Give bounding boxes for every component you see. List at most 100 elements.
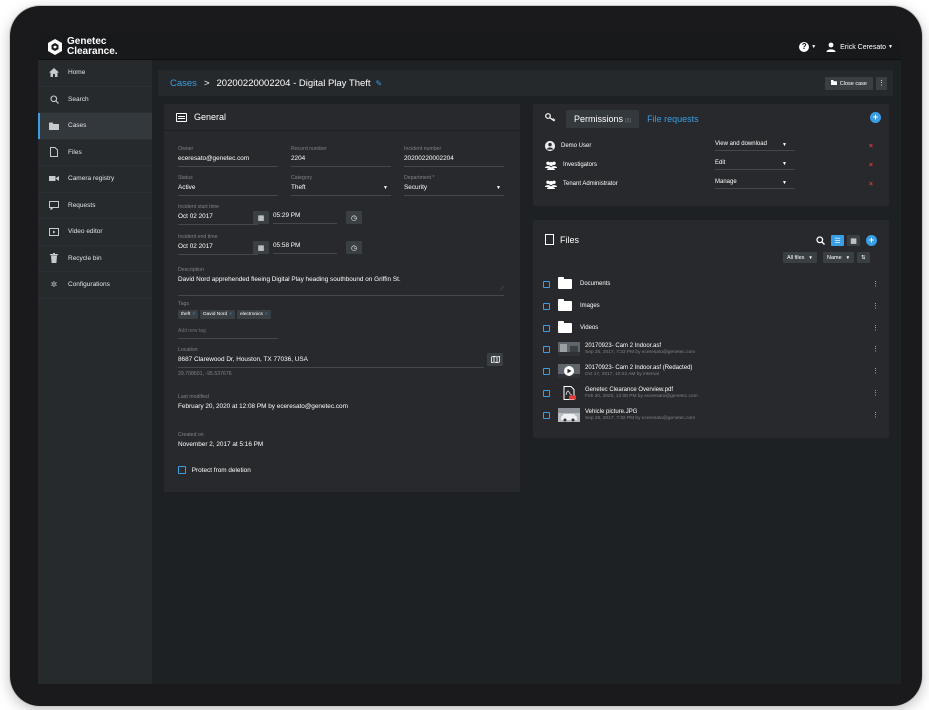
start-time-field[interactable]: 05:29 PM xyxy=(273,212,337,224)
file-checkbox[interactable] xyxy=(543,411,550,419)
resize-handle-icon[interactable]: ⟋ xyxy=(500,286,504,292)
tab-permissions[interactable]: Permissions (3) xyxy=(566,110,640,128)
sort-direction-icon[interactable]: ⇅ xyxy=(857,252,870,263)
tab-file-requests[interactable]: File requests xyxy=(639,110,707,128)
file-checkbox[interactable] xyxy=(543,324,550,332)
file-checkbox[interactable] xyxy=(543,302,550,310)
file-more-options-icon[interactable]: ⋮ xyxy=(872,367,879,375)
end-time-field[interactable]: 05:58 PM xyxy=(273,242,337,254)
trash-icon xyxy=(48,253,60,264)
user-name[interactable]: Erick Ceresato xyxy=(840,44,886,51)
tag-remove-icon[interactable]: × xyxy=(192,312,195,317)
permission-role-select[interactable]: Manage ▼ xyxy=(715,179,795,189)
sidebar-item-files[interactable]: Files xyxy=(38,140,152,166)
file-sort-select[interactable]: Name ▼ xyxy=(823,252,855,263)
sidebar-item-video-editor[interactable]: Video editor xyxy=(38,219,152,246)
help-menu-caret-icon[interactable]: ▼ xyxy=(811,44,816,50)
end-calendar-icon[interactable]: ▦ xyxy=(253,241,269,254)
sidebar-item-configurations[interactable]: ✲ Configurations xyxy=(38,272,152,299)
file-row-video[interactable]: 20170923- Cam 2 Indoor.asf Sep 25, 2017,… xyxy=(543,340,883,358)
file-row-video[interactable]: 20170923- Cam 2 Indoor.asf (Redacted) Oc… xyxy=(543,362,883,380)
search-icon[interactable] xyxy=(816,236,826,247)
case-more-options-icon[interactable]: ⋮ xyxy=(876,77,887,90)
key-icon xyxy=(545,113,556,125)
record-number-field[interactable]: Record number 2204 xyxy=(291,146,391,167)
location-field[interactable]: Location 8687 Clarewood Dr, Houston, TX … xyxy=(178,347,484,380)
list-view-icon[interactable]: ☰ xyxy=(831,235,844,246)
tag-text: David Nord xyxy=(203,312,228,317)
help-icon[interactable]: ? xyxy=(799,42,810,52)
end-date-field[interactable]: Incident end time Oct 02 2017 xyxy=(178,234,258,255)
remove-permission-icon[interactable]: × xyxy=(869,181,873,188)
file-more-options-icon[interactable]: ⋮ xyxy=(872,345,879,353)
description-textarea[interactable]: Description David Nord apprehended fleei… xyxy=(178,267,504,296)
file-checkbox[interactable] xyxy=(543,280,550,288)
folder-icon xyxy=(558,277,572,289)
edit-title-pencil-icon[interactable]: ✎ xyxy=(376,79,383,88)
status-field[interactable]: Status Active xyxy=(178,175,278,196)
end-time-value: 05:58 PM xyxy=(273,242,337,254)
file-row-folder[interactable]: Videos ⋮ xyxy=(543,319,883,337)
genetec-logo[interactable]: Genetec Clearance. xyxy=(48,37,118,57)
grid-view-icon[interactable]: ▦ xyxy=(847,235,860,246)
file-meta: Sep 25, 2017, 7:32 PM by eceresato@genet… xyxy=(585,416,696,421)
file-checkbox[interactable] xyxy=(543,345,550,353)
end-clock-icon[interactable]: ◷ xyxy=(346,241,362,254)
file-more-options-icon[interactable]: ⋮ xyxy=(872,324,879,332)
owner-field[interactable]: Owner eceresato@genetec.com xyxy=(178,146,278,167)
add-tag-input[interactable]: Add new tag xyxy=(178,328,278,339)
add-file-button[interactable]: + xyxy=(866,235,877,246)
end-date-value: Oct 02 2017 xyxy=(178,243,258,255)
remove-permission-icon[interactable]: × xyxy=(869,143,873,150)
permission-row: Investigators Edit ▼ × xyxy=(545,157,881,173)
incident-number-field[interactable]: Incident number 20200220002204 xyxy=(404,146,504,167)
user-icon[interactable] xyxy=(826,42,836,52)
tag-remove-icon[interactable]: × xyxy=(265,312,268,317)
tab-permissions-label: Permissions xyxy=(574,114,624,124)
description-value-wrap: David Nord apprehended fleeing Digital P… xyxy=(178,276,504,296)
status-value: Active xyxy=(178,184,278,196)
start-date-field[interactable]: Incident start time Oct 02 2017 xyxy=(178,204,258,225)
sidebar-item-camera-registry[interactable]: Camera registry xyxy=(38,166,152,193)
start-clock-icon[interactable]: ◷ xyxy=(346,211,362,224)
file-icon xyxy=(48,147,60,158)
category-select[interactable]: Category Theft ▼ xyxy=(291,175,391,196)
sidebar-item-home[interactable]: Home xyxy=(38,60,152,87)
sidebar-item-recycle-bin[interactable]: Recycle bin xyxy=(38,246,152,272)
file-row-folder[interactable]: Documents ⋮ xyxy=(543,275,883,293)
protect-from-deletion-checkbox[interactable]: Protect from deletion xyxy=(178,466,378,474)
tag-remove-icon[interactable]: × xyxy=(229,312,232,317)
file-more-options-icon[interactable]: ⋮ xyxy=(872,411,879,419)
incident-number-label: Incident number xyxy=(404,146,442,152)
file-more-options-icon[interactable]: ⋮ xyxy=(872,389,879,397)
checkbox-box[interactable] xyxy=(178,466,186,474)
breadcrumb-cases-link[interactable]: Cases xyxy=(170,78,197,89)
remove-permission-icon[interactable]: × xyxy=(869,162,873,169)
sidebar-item-cases[interactable]: Cases xyxy=(38,113,152,140)
add-permission-button[interactable]: + xyxy=(870,112,881,123)
file-more-options-icon[interactable]: ⋮ xyxy=(872,302,879,310)
close-case-button[interactable]: Close case xyxy=(824,77,873,90)
tag-chip[interactable]: theft × xyxy=(178,310,199,319)
sidebar-item-requests[interactable]: Requests xyxy=(38,193,152,219)
file-checkbox[interactable] xyxy=(543,367,550,375)
map-icon[interactable] xyxy=(487,353,503,366)
file-checkbox[interactable] xyxy=(543,389,550,397)
tag-chip[interactable]: electronics × xyxy=(236,310,271,319)
sidebar-item-label: Video editor xyxy=(68,228,103,236)
last-modified-value: February 20, 2020 at 12:08 PM by eceresa… xyxy=(178,403,348,410)
file-row-folder[interactable]: Images ⋮ xyxy=(543,297,883,315)
chevron-down-icon: ▼ xyxy=(782,180,787,186)
file-row-pdf[interactable]: Genetec Clearance Overview.pdf Feb 20, 2… xyxy=(543,384,883,402)
permission-role-select[interactable]: View and download ▼ xyxy=(715,141,795,151)
start-calendar-icon[interactable]: ▦ xyxy=(253,211,269,224)
user-menu-caret-icon[interactable]: ▼ xyxy=(888,44,893,50)
file-row-image[interactable]: Vehicle picture.JPG Sep 25, 2017, 7:32 P… xyxy=(543,406,883,424)
sidebar-item-search[interactable]: Search xyxy=(38,87,152,113)
file-filter-select[interactable]: All files ▼ xyxy=(783,252,817,263)
permission-role-select[interactable]: Edit ▼ xyxy=(715,160,795,170)
location-coordinates: 29.708601, -95.537676 xyxy=(178,371,232,377)
tag-chip[interactable]: David Nord × xyxy=(200,310,235,319)
file-more-options-icon[interactable]: ⋮ xyxy=(872,280,879,288)
department-select[interactable]: Department * Security ▼ xyxy=(404,175,504,196)
